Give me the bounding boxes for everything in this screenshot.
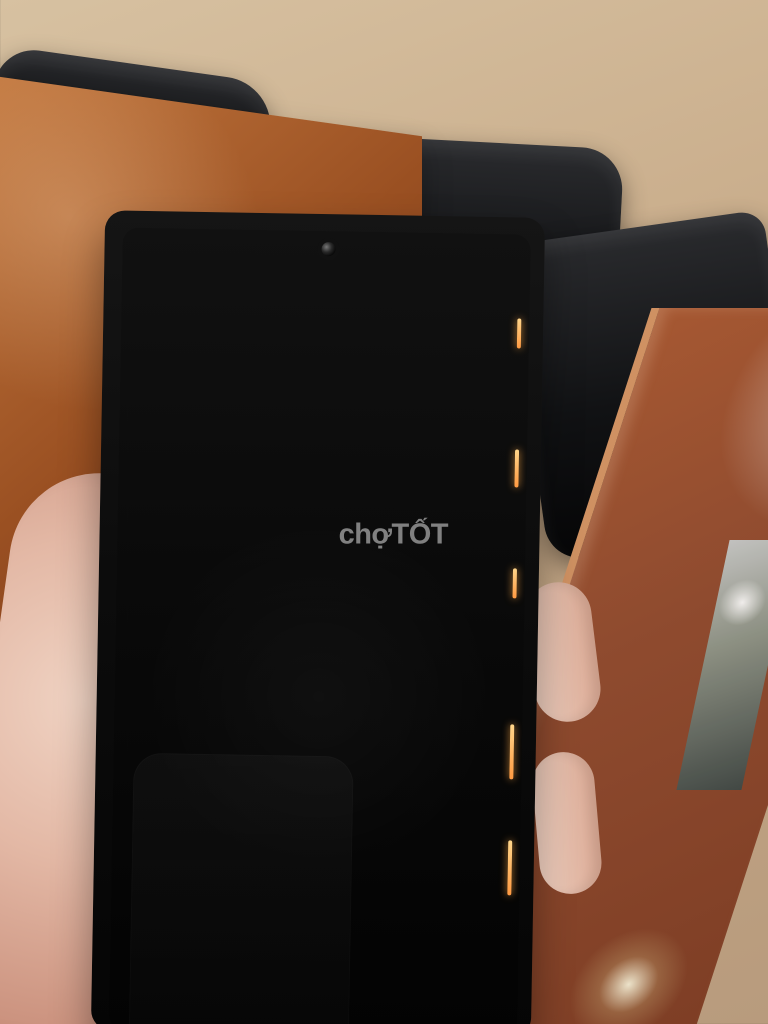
phone-screen: chợTỐT: [108, 227, 531, 1024]
screen-reflection: [128, 752, 354, 1024]
photo-scene: chợTỐT: [0, 0, 768, 1024]
camera-icon: [321, 242, 336, 257]
edge-highlight: [516, 318, 522, 349]
smartphone: chợTỐT: [90, 210, 546, 1024]
edge-highlight: [507, 840, 513, 896]
edge-highlight: [512, 568, 517, 599]
watermark-text: chợTỐT: [338, 518, 449, 551]
edge-highlight: [509, 724, 515, 780]
edge-highlight: [514, 449, 520, 488]
